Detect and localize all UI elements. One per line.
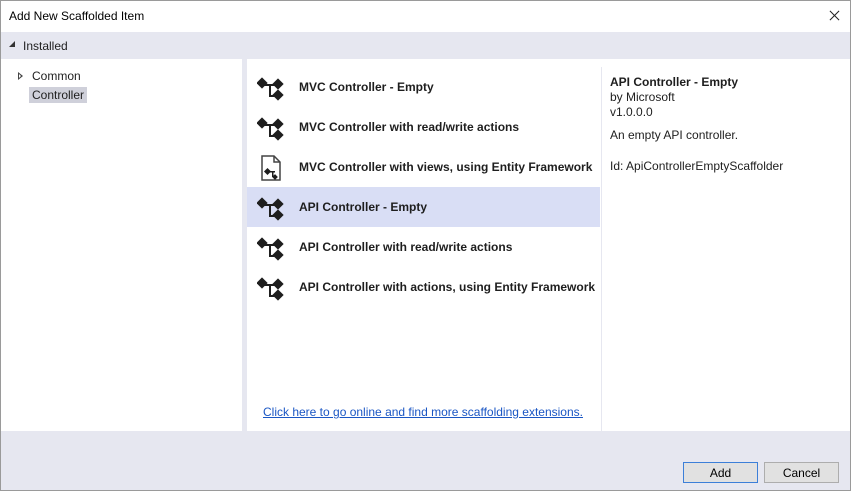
- template-list: MVC Controller - Empty MVC Controller wi…: [247, 59, 601, 431]
- template-item[interactable]: MVC Controller with views, using Entity …: [247, 147, 600, 187]
- template-label: MVC Controller - Empty: [299, 80, 434, 94]
- controller-icon: [257, 77, 284, 101]
- add-button[interactable]: Add: [683, 462, 758, 483]
- view-document-icon: [261, 155, 281, 181]
- add-scaffold-dialog: Add New Scaffolded Item Installed Common…: [0, 0, 851, 491]
- installed-label: Installed: [23, 39, 68, 53]
- cancel-button[interactable]: Cancel: [764, 462, 839, 483]
- template-item[interactable]: API Controller with read/write actions: [247, 227, 600, 267]
- collapsed-triangle-icon[interactable]: [18, 72, 23, 80]
- controller-icon: [257, 197, 284, 221]
- details-panel: API Controller - Empty by Microsoft v1.0…: [602, 59, 850, 431]
- template-item-selected[interactable]: API Controller - Empty: [247, 187, 600, 227]
- controller-icon: [257, 117, 284, 141]
- details-description: An empty API controller.: [610, 128, 739, 142]
- template-item[interactable]: MVC Controller - Empty: [247, 67, 600, 107]
- dialog-title: Add New Scaffolded Item: [9, 9, 145, 23]
- expanded-triangle-icon: [9, 41, 15, 47]
- details-author: by Microsoft: [610, 90, 675, 104]
- template-item[interactable]: API Controller with actions, using Entit…: [247, 267, 600, 307]
- details-id: Id: ApiControllerEmptyScaffolder: [610, 159, 784, 173]
- online-extensions-link[interactable]: Click here to go online and find more sc…: [263, 405, 583, 419]
- details-name: API Controller - Empty: [610, 75, 739, 89]
- template-label: API Controller with read/write actions: [299, 240, 513, 254]
- controller-icon: [257, 277, 284, 301]
- installed-header[interactable]: Installed: [1, 32, 850, 59]
- details-version: v1.0.0.0: [610, 105, 653, 119]
- template-label: API Controller with actions, using Entit…: [299, 280, 596, 294]
- template-label: MVC Controller with read/write actions: [299, 120, 520, 134]
- tree-item-controller[interactable]: Controller: [29, 87, 88, 103]
- template-label: MVC Controller with views, using Entity …: [299, 160, 593, 174]
- tree-item-common[interactable]: Common: [32, 69, 81, 83]
- dialog-footer: Add Cancel: [1, 431, 850, 490]
- close-icon[interactable]: [818, 1, 850, 31]
- category-tree: Common Controller: [1, 59, 242, 431]
- title-bar: Add New Scaffolded Item: [1, 1, 850, 31]
- controller-icon: [257, 237, 284, 261]
- template-label: API Controller - Empty: [299, 200, 428, 214]
- template-item[interactable]: MVC Controller with read/write actions: [247, 107, 600, 147]
